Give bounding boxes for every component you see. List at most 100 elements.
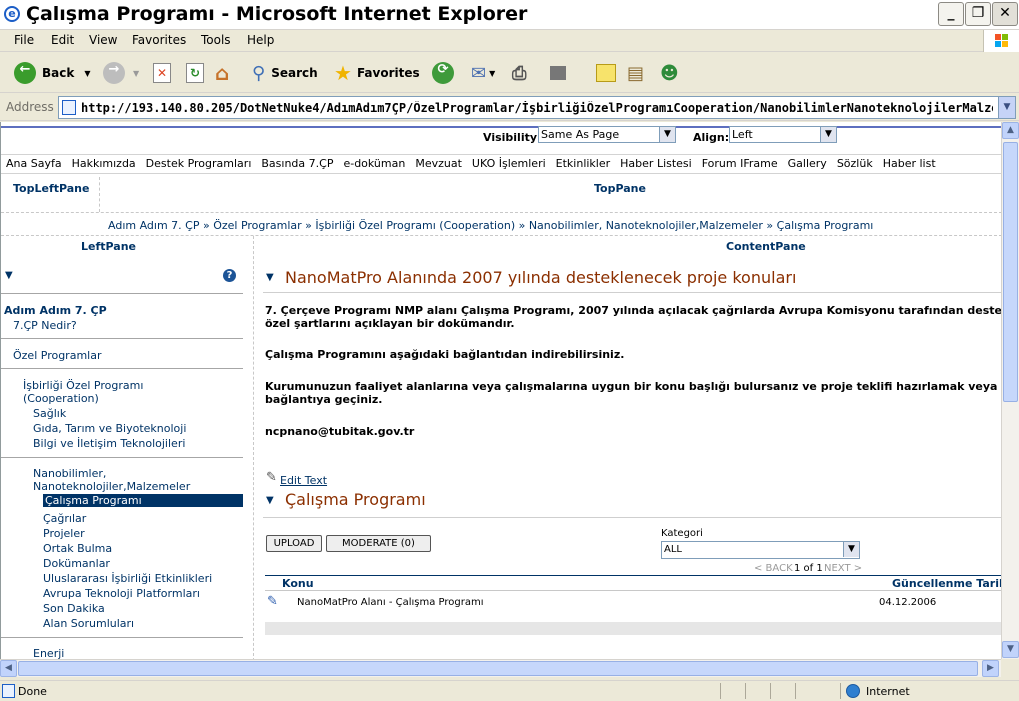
left-menu-item-ozel[interactable]: Özel Programlar — [13, 349, 101, 362]
research-button[interactable]: ▤ — [627, 59, 644, 87]
pane-divider — [253, 236, 254, 659]
nav-item-uko[interactable]: UKO İşlemleri — [467, 155, 551, 173]
breadcrumb[interactable]: Adım Adım 7. ÇP » Özel Programlar » İşbi… — [108, 219, 873, 232]
nav-item-etkinlikler[interactable]: Etkinlikler — [551, 155, 616, 173]
refresh-button[interactable]: ↻ — [186, 59, 204, 87]
column-header-konu[interactable]: Konu — [282, 577, 314, 590]
nav-item-haber-listesi[interactable]: Haber Listesi — [615, 155, 697, 173]
help-icon[interactable]: ? — [223, 269, 236, 282]
left-menu-item-saglik[interactable]: Sağlık — [33, 407, 66, 420]
note-icon — [596, 64, 616, 82]
pager-back[interactable]: < BACK — [754, 563, 793, 574]
stop-icon: ✕ — [153, 63, 171, 83]
favorites-button[interactable]: ★ Favorites — [334, 59, 420, 87]
left-menu-item-dokumanlar[interactable]: Dokümanlar — [43, 557, 110, 570]
scroll-left-button[interactable]: ◀ — [0, 660, 17, 677]
edit-button[interactable] — [550, 59, 566, 87]
left-menu-heading[interactable]: Adım Adım 7. ÇP — [4, 304, 107, 317]
vertical-scrollbar[interactable]: ▲ ▼ — [1001, 122, 1019, 659]
scroll-right-button[interactable]: ▶ — [982, 660, 999, 677]
table-header-rule — [265, 575, 1001, 576]
horizontal-scrollbar[interactable]: ◀ ▶ — [0, 659, 1001, 677]
collapse-icon[interactable]: ▼ — [5, 270, 13, 281]
nav-item-hakkimizda[interactable]: Hakkımızda — [67, 155, 141, 173]
control-bar-top — [1, 122, 1001, 128]
edit-text-link[interactable]: Edit Text — [280, 474, 327, 487]
row-title[interactable]: NanoMatPro Alanı - Çalışma Programı — [297, 597, 484, 608]
left-menu-item-nano[interactable]: Nanobilimler, — [33, 467, 106, 480]
upload-button[interactable]: UPLOAD — [266, 535, 322, 552]
messenger-button[interactable]: ☻ — [660, 59, 679, 87]
nav-item-ana-sayfa[interactable]: Ana Sayfa — [1, 155, 67, 173]
scroll-down-button[interactable]: ▼ — [1002, 641, 1019, 658]
left-menu-item-enerji[interactable]: Enerji — [33, 647, 64, 659]
nav-item-basinda[interactable]: Basında 7.ÇP — [256, 155, 338, 173]
maximize-button[interactable]: ❐ — [965, 2, 991, 26]
forward-button[interactable]: → ▼ — [103, 59, 139, 87]
close-button[interactable]: ✕ — [992, 2, 1018, 26]
nav-item-haber-list[interactable]: Haber list — [878, 155, 941, 173]
nav-item-sozluk[interactable]: Sözlük — [832, 155, 878, 173]
left-menu-item-son-dakika[interactable]: Son Dakika — [43, 602, 105, 615]
pager-next[interactable]: NEXT > — [824, 563, 862, 574]
menu-favorites[interactable]: Favorites — [132, 33, 186, 47]
scroll-up-button[interactable]: ▲ — [1002, 122, 1019, 139]
nav-item-gallery[interactable]: Gallery — [783, 155, 832, 173]
stop-button[interactable]: ✕ — [153, 59, 171, 87]
left-menu-item-avrupa[interactable]: Avrupa Teknoloji Platformları — [43, 587, 200, 600]
paragraph-1-cont: özel şartlarını açıklayan bir dokümandır… — [265, 317, 515, 330]
back-button[interactable]: ← Back ▼ — [14, 59, 91, 87]
nav-item-forum[interactable]: Forum IFrame — [697, 155, 783, 173]
status-bar: Done Internet — [0, 680, 1019, 701]
research-icon: ▤ — [627, 62, 645, 84]
left-menu-item-isbirligi-2[interactable]: (Cooperation) — [23, 392, 99, 405]
left-menu-item-uluslararasi[interactable]: Uluslararası İşbirliği Etkinlikleri — [43, 572, 212, 585]
page-viewport: Visibility: Same As Page ▼ Align: Left ▼… — [0, 122, 1001, 659]
collapse-icon[interactable]: ▼ — [266, 495, 274, 506]
menu-file[interactable]: File — [14, 33, 34, 47]
left-menu-item-projeler[interactable]: Projeler — [43, 527, 85, 540]
left-menu-item-isbirligi[interactable]: İşbirliği Özel Programı — [23, 379, 143, 392]
align-select[interactable]: Left ▼ — [729, 126, 837, 143]
left-menu-item-cagrilar[interactable]: Çağrılar — [43, 512, 86, 525]
divider — [1, 293, 243, 294]
edit-pencil-icon[interactable]: ✎ — [267, 594, 278, 609]
address-input[interactable]: http://193.140.80.205/DotNetNuke4/AdımAd… — [58, 96, 1016, 119]
favorites-label: Favorites — [356, 66, 420, 80]
chevron-down-icon: ▼ — [659, 127, 675, 142]
collapse-icon[interactable]: ▼ — [266, 272, 274, 283]
paragraph-2: Çalışma Programını aşağıdaki bağlantıdan… — [265, 348, 625, 361]
kategori-select[interactable]: ALL ▼ — [661, 541, 860, 559]
search-button[interactable]: ⚲ Search — [252, 59, 318, 87]
left-menu-item-nedir[interactable]: 7.ÇP Nedir? — [13, 319, 77, 332]
left-menu-item-bilgi[interactable]: Bilgi ve İletişim Teknolojileri — [33, 437, 185, 450]
column-header-date[interactable]: Güncellenme Tarihi — [892, 577, 1001, 590]
menu-view[interactable]: View — [89, 33, 117, 47]
nav-item-mevzuat[interactable]: Mevzuat — [410, 155, 467, 173]
divider — [1, 457, 243, 458]
minimize-button[interactable]: _ — [938, 2, 964, 26]
menu-tools[interactable]: Tools — [201, 33, 231, 47]
nav-item-destek[interactable]: Destek Programları — [141, 155, 257, 173]
discuss-button[interactable] — [596, 59, 616, 87]
nav-item-edokuman[interactable]: e-doküman — [338, 155, 410, 173]
moderate-button[interactable]: MODERATE (0) — [326, 535, 431, 552]
contact-email[interactable]: ncpnano@tubitak.gov.tr — [265, 425, 414, 438]
mail-icon: ✉ — [471, 62, 487, 84]
vertical-scroll-thumb[interactable] — [1003, 142, 1018, 402]
left-menu-item-alan[interactable]: Alan Sorumluları — [43, 617, 134, 630]
menu-edit[interactable]: Edit — [51, 33, 74, 47]
windows-logo-icon — [983, 30, 1019, 52]
mail-button[interactable]: ✉ ▼ — [471, 59, 495, 87]
left-menu-item-ortak[interactable]: Ortak Bulma — [43, 542, 112, 555]
left-menu-item-gida[interactable]: Gıda, Tarım ve Biyoteknoloji — [33, 422, 186, 435]
menu-help[interactable]: Help — [247, 33, 274, 47]
home-button[interactable]: ⌂ — [215, 59, 229, 87]
left-menu-item-nano-2[interactable]: Nanoteknolojiler,Malzemeler — [33, 480, 190, 493]
visibility-select[interactable]: Same As Page ▼ — [538, 126, 676, 143]
address-dropdown-button[interactable]: ▼ — [998, 97, 1015, 118]
print-button[interactable]: ⎙ — [512, 59, 526, 87]
history-button[interactable]: ⟳ — [432, 59, 454, 87]
horizontal-scroll-thumb[interactable] — [18, 661, 978, 676]
left-menu-item-calisma[interactable]: Çalışma Programı — [43, 494, 243, 507]
